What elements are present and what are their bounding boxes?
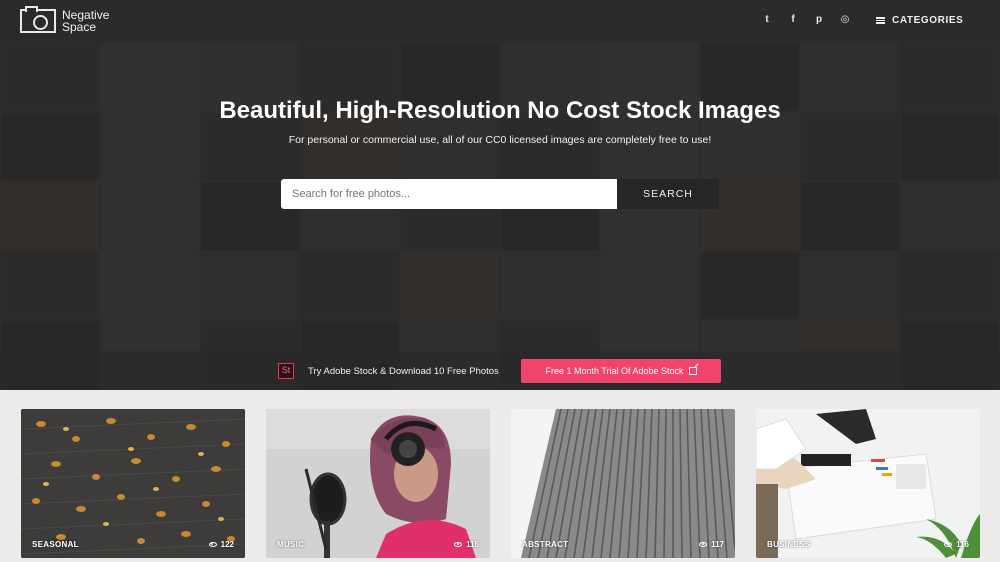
music-photo [266, 409, 490, 558]
pinterest-icon[interactable]: p [806, 14, 832, 25]
card-view-count: 116 [944, 540, 969, 549]
categories-label: CATEGORIES [892, 15, 964, 26]
card-view-count: 117 [699, 540, 724, 549]
hero-overlay [0, 42, 1000, 390]
adobe-stock-logo-icon: St [278, 363, 294, 379]
twitter-icon[interactable]: t [754, 14, 780, 25]
facebook-icon[interactable]: f [780, 14, 806, 25]
hamburger-icon [876, 17, 885, 24]
external-link-icon [688, 367, 697, 375]
instagram-icon[interactable]: ◎ [832, 14, 858, 25]
category-cards: SEASONAL 122 MUSIC 116 ABSTRACT 117 BUSI… [21, 409, 980, 558]
hero-subtitle: For personal or commercial use, all of o… [288, 134, 712, 146]
view-count-value: 116 [956, 540, 969, 549]
hero-banner: Beautiful, High-Resolution No Cost Stock… [0, 42, 1000, 390]
card-category-label: MUSIC [277, 540, 305, 549]
view-count-value: 116 [466, 540, 479, 549]
adobe-stock-promo-bar: St Try Adobe Stock & Download 10 Free Ph… [0, 351, 1000, 390]
view-count-value: 122 [220, 540, 234, 549]
category-card-abstract[interactable]: ABSTRACT 117 [511, 409, 735, 558]
promo-text: Try Adobe Stock & Download 10 Free Photo… [308, 366, 499, 377]
search-input[interactable] [281, 179, 617, 209]
logo-text-line2: Space [62, 20, 97, 34]
search-button[interactable]: SEARCH [617, 179, 719, 209]
hero-title: Beautiful, High-Resolution No Cost Stock… [219, 97, 781, 124]
card-view-count: 122 [208, 540, 234, 549]
eye-icon [454, 542, 463, 547]
search-form: SEARCH [281, 179, 719, 209]
abstract-photo [511, 409, 735, 558]
camera-logo-icon [20, 6, 56, 33]
categories-menu-button[interactable]: CATEGORIES [876, 15, 963, 26]
seasonal-photo [21, 409, 245, 558]
card-category-label: SEASONAL [32, 540, 79, 549]
business-photo [756, 409, 980, 558]
trial-button-label: Free 1 Month Trial Of Adobe Stock [545, 366, 684, 376]
social-links: t f p ◎ [754, 14, 858, 25]
top-navigation-bar: Negative Space t f p ◎ CATEGORIES [0, 0, 1000, 42]
eye-icon [944, 542, 953, 547]
view-count-value: 117 [711, 540, 724, 549]
eye-icon [699, 542, 708, 547]
logo-text: Negative Space [62, 9, 109, 33]
category-card-music[interactable]: MUSIC 116 [266, 409, 490, 558]
category-card-seasonal[interactable]: SEASONAL 122 [21, 409, 245, 558]
site-logo[interactable]: Negative Space [20, 6, 109, 33]
adobe-stock-trial-button[interactable]: Free 1 Month Trial Of Adobe Stock [521, 359, 721, 383]
card-view-count: 116 [454, 540, 479, 549]
category-card-business[interactable]: BUSINESS 116 [756, 409, 980, 558]
eye-icon [208, 542, 217, 547]
card-category-label: ABSTRACT [522, 540, 569, 549]
card-category-label: BUSINESS [767, 540, 811, 549]
